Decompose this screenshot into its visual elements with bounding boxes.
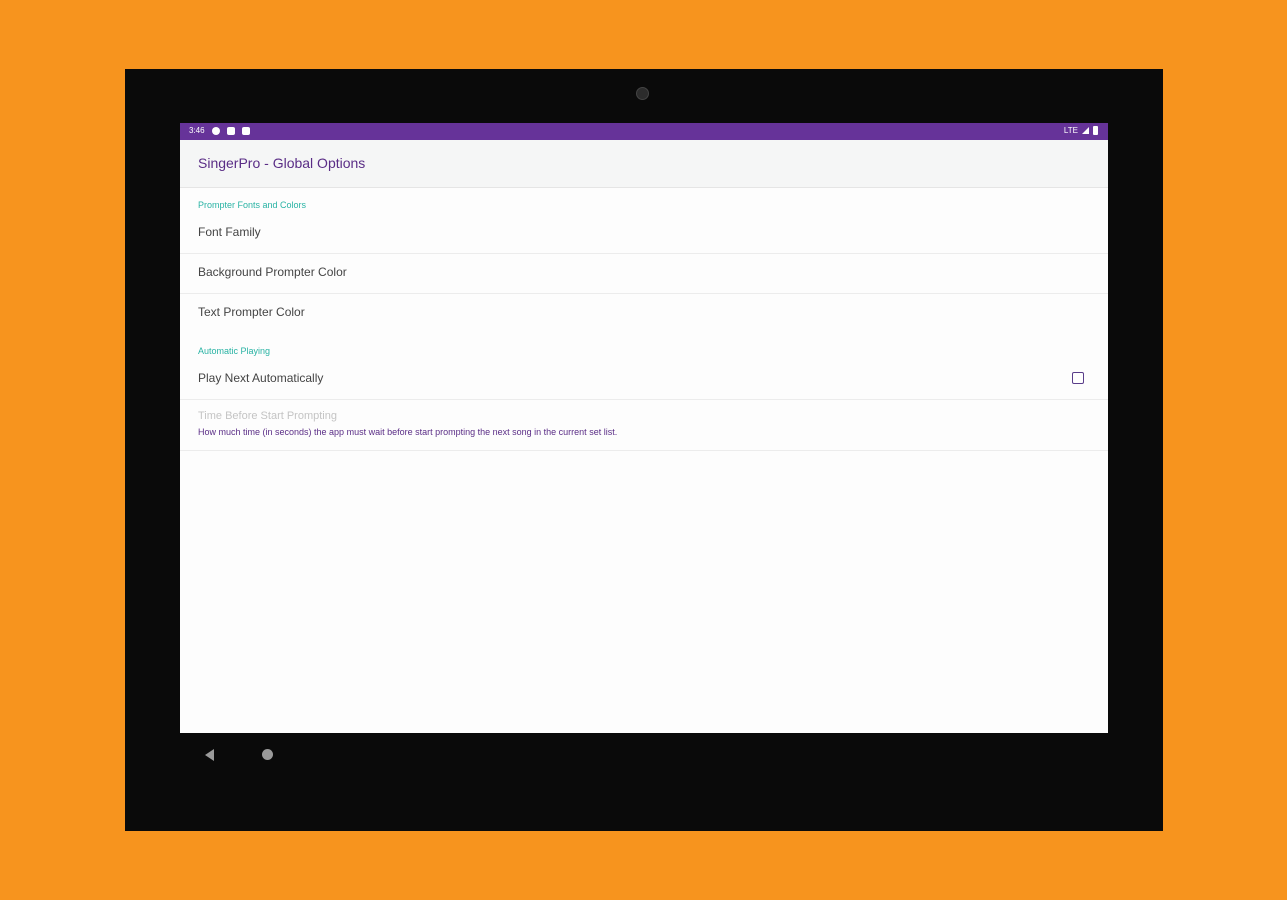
pref-title: Text Prompter Color: [198, 305, 305, 319]
pref-time-before-start[interactable]: Time Before Start Prompting How much tim…: [180, 400, 1108, 450]
pref-play-next[interactable]: Play Next Automatically: [180, 359, 1108, 399]
sd-card-icon: [241, 126, 250, 135]
app-screen: 3:46 LTE SingerPro - Global Options Prom…: [180, 123, 1108, 733]
section-header-prompter-fonts: Prompter Fonts and Colors: [198, 200, 307, 210]
status-bar: 3:46 LTE: [180, 123, 1108, 140]
pref-text-color[interactable]: Text Prompter Color: [180, 294, 1108, 334]
network-type: LTE: [1063, 126, 1078, 135]
play-next-checkbox[interactable]: [1072, 372, 1084, 384]
back-icon[interactable]: [205, 749, 214, 761]
pref-title: Background Prompter Color: [198, 265, 347, 279]
signal-icon: [1082, 127, 1089, 134]
pref-title: Font Family: [198, 225, 261, 239]
section-header-automatic-playing: Automatic Playing: [198, 346, 271, 356]
app-bar: SingerPro - Global Options: [180, 140, 1108, 188]
pref-background-color[interactable]: Background Prompter Color: [180, 254, 1108, 294]
pref-title-disabled: Time Before Start Prompting: [198, 410, 337, 422]
sim-icon: [226, 126, 235, 135]
page-title: SingerPro - Global Options: [198, 155, 366, 171]
settings-notification-icon: [211, 126, 220, 135]
battery-icon: [1093, 126, 1098, 135]
divider: [180, 450, 1108, 451]
navigation-bar: [125, 739, 1163, 769]
home-icon[interactable]: [262, 749, 273, 760]
front-camera-icon: [636, 87, 649, 100]
pref-title: Play Next Automatically: [198, 371, 324, 385]
status-time: 3:46: [189, 126, 205, 135]
tablet-frame: 3:46 LTE SingerPro - Global Options Prom…: [125, 69, 1163, 831]
pref-font-family[interactable]: Font Family: [180, 213, 1108, 253]
pref-summary: How much time (in seconds) the app must …: [198, 427, 618, 437]
